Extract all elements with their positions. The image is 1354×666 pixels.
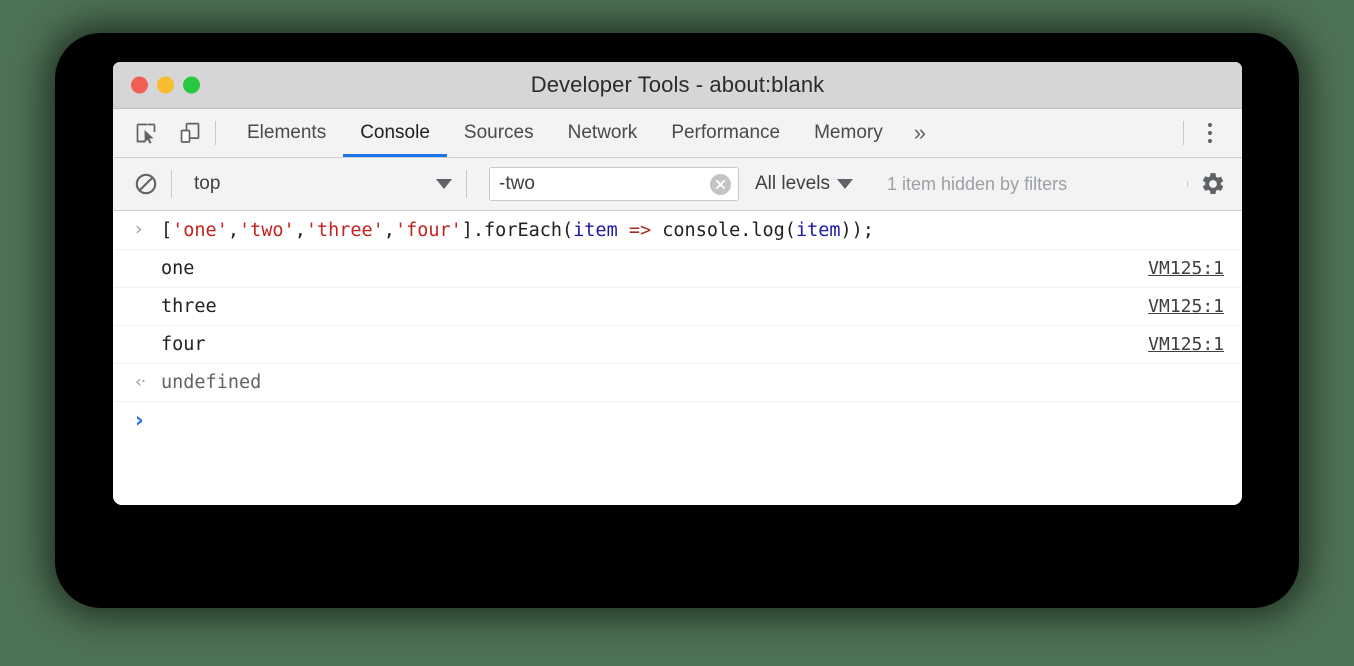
- code-token: console.log(: [651, 220, 796, 241]
- kebab-menu-icon[interactable]: [1194, 117, 1226, 149]
- execution-context-label: top: [194, 173, 436, 195]
- clear-filter-icon[interactable]: [710, 174, 731, 195]
- console-filter-field[interactable]: [489, 167, 739, 201]
- execution-context-selector[interactable]: top: [182, 173, 456, 195]
- code-token: ].forEach(: [462, 220, 573, 241]
- console-input-row[interactable]: › ['one','two','three','four'].forEach(i…: [113, 211, 1242, 250]
- console-toolbar-right: [1177, 169, 1228, 199]
- tab-memory-label: Memory: [814, 122, 883, 144]
- tab-sources-label: Sources: [464, 122, 534, 144]
- tab-memory[interactable]: Memory: [797, 109, 900, 157]
- chevron-down-icon: [436, 179, 452, 189]
- devtools-window: Developer Tools - about:blank Elemen: [113, 62, 1242, 505]
- result-arrow-icon: ‹·: [135, 374, 161, 391]
- console-log-source-link[interactable]: VM125:1: [1136, 296, 1224, 317]
- tab-network[interactable]: Network: [551, 109, 655, 157]
- tab-performance-label: Performance: [671, 122, 780, 144]
- more-tabs-chevron-icon[interactable]: »: [900, 109, 940, 157]
- traffic-light-buttons: [131, 77, 200, 94]
- console-log-row[interactable]: one VM125:1: [113, 250, 1242, 288]
- maximize-window-button[interactable]: [183, 77, 200, 94]
- console-log-source-link[interactable]: VM125:1: [1136, 334, 1224, 355]
- kebab-dot: [1208, 139, 1212, 143]
- tab-performance[interactable]: Performance: [654, 109, 797, 157]
- code-token: ,: [228, 220, 239, 241]
- code-token: =>: [629, 220, 651, 241]
- code-token: 'three': [306, 220, 384, 241]
- code-token: 'two': [239, 220, 295, 241]
- code-token: ));: [841, 220, 874, 241]
- tab-bar-divider: [215, 121, 216, 145]
- code-token: 'four': [395, 220, 462, 241]
- inspect-element-icon[interactable]: [131, 118, 161, 148]
- console-log-row[interactable]: three VM125:1: [113, 288, 1242, 326]
- console-log-text: three: [161, 296, 1136, 317]
- gear-icon[interactable]: [1198, 169, 1228, 199]
- tab-list: Elements Console Sources Network Perform…: [230, 109, 940, 157]
- console-filter-input[interactable]: [490, 168, 738, 200]
- minimize-window-button[interactable]: [157, 77, 174, 94]
- kebab-dot: [1208, 123, 1212, 127]
- console-toolbar-divider-2: [466, 170, 467, 198]
- code-token: ,: [295, 220, 306, 241]
- tab-sources[interactable]: Sources: [447, 109, 551, 157]
- tab-console[interactable]: Console: [343, 109, 447, 157]
- title-bar: Developer Tools - about:blank: [113, 62, 1242, 109]
- more-tabs-label: »: [914, 120, 926, 146]
- code-token: ,: [384, 220, 395, 241]
- prompt-arrow-icon: ›: [135, 410, 161, 431]
- console-log-text: one: [161, 258, 1136, 279]
- close-window-button[interactable]: [131, 77, 148, 94]
- console-log-row[interactable]: four VM125:1: [113, 326, 1242, 364]
- console-result-row[interactable]: ‹· undefined: [113, 364, 1242, 402]
- tab-elements-label: Elements: [247, 122, 326, 144]
- tab-bar-right-controls: [1173, 109, 1242, 157]
- log-level-selector[interactable]: All levels: [755, 173, 857, 195]
- devtools-tab-bar: Elements Console Sources Network Perform…: [113, 109, 1242, 158]
- console-log-text: four: [161, 334, 1136, 355]
- console-prompt-row[interactable]: ›: [113, 402, 1242, 439]
- console-input-expression: ['one','two','three','four'].forEach(ite…: [161, 220, 1224, 241]
- log-level-label: All levels: [755, 173, 830, 195]
- clear-console-icon[interactable]: [131, 169, 161, 199]
- window-title: Developer Tools - about:blank: [531, 72, 825, 98]
- chevron-down-icon-levels: [837, 179, 853, 189]
- code-token: [: [161, 220, 172, 241]
- device-toolbar-icon[interactable]: [175, 118, 205, 148]
- tab-console-label: Console: [360, 122, 430, 144]
- console-filter-toolbar: top All levels 1 item hidden by filters: [113, 158, 1242, 211]
- console-toolbar-divider: [171, 170, 172, 198]
- kebab-dot: [1208, 131, 1212, 135]
- console-log-source-link[interactable]: VM125:1: [1136, 258, 1224, 279]
- console-message-list[interactable]: › ['one','two','three','four'].forEach(i…: [113, 211, 1242, 505]
- console-result-value: undefined: [161, 372, 1224, 393]
- code-token: [618, 220, 629, 241]
- tab-network-label: Network: [568, 122, 638, 144]
- code-token: item: [573, 220, 618, 241]
- tab-bar-tool-icons: [113, 109, 205, 157]
- code-token: item: [796, 220, 841, 241]
- code-token: 'one': [172, 220, 228, 241]
- console-settings-divider: [1187, 181, 1188, 187]
- tab-elements[interactable]: Elements: [230, 109, 343, 157]
- tab-bar-right-divider: [1183, 121, 1184, 145]
- hidden-items-message: 1 item hidden by filters: [887, 174, 1067, 195]
- input-arrow-icon: ›: [135, 221, 161, 240]
